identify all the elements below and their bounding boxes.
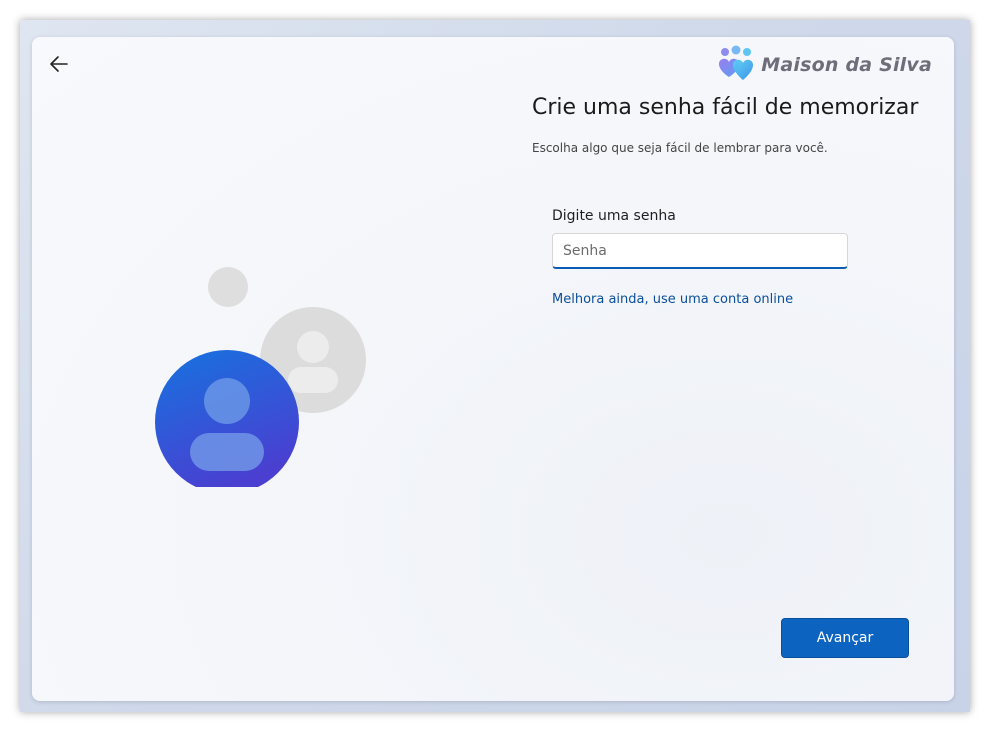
brand-logo: Maison da Silva bbox=[715, 43, 932, 87]
setup-card: Maison da Silva Crie uma senha fácil de … bbox=[32, 37, 954, 701]
brand-name: Maison da Silva bbox=[761, 54, 932, 76]
page-title: Crie uma senha fácil de memorizar bbox=[532, 95, 919, 120]
window-frame: Maison da Silva Crie uma senha fácil de … bbox=[20, 20, 970, 712]
arrow-left-icon bbox=[50, 56, 68, 72]
page-subtitle: Escolha algo que seja fácil de lembrar p… bbox=[532, 141, 828, 155]
next-button[interactable]: Avançar bbox=[781, 618, 909, 658]
hearts-people-logo-icon bbox=[719, 45, 754, 80]
back-button[interactable] bbox=[46, 51, 72, 77]
password-input[interactable] bbox=[553, 234, 847, 267]
user-avatar-illustration bbox=[155, 267, 366, 487]
online-account-link[interactable]: Melhora ainda, use uma conta online bbox=[552, 292, 793, 307]
password-label: Digite uma senha bbox=[552, 208, 676, 224]
password-field[interactable] bbox=[552, 233, 848, 269]
